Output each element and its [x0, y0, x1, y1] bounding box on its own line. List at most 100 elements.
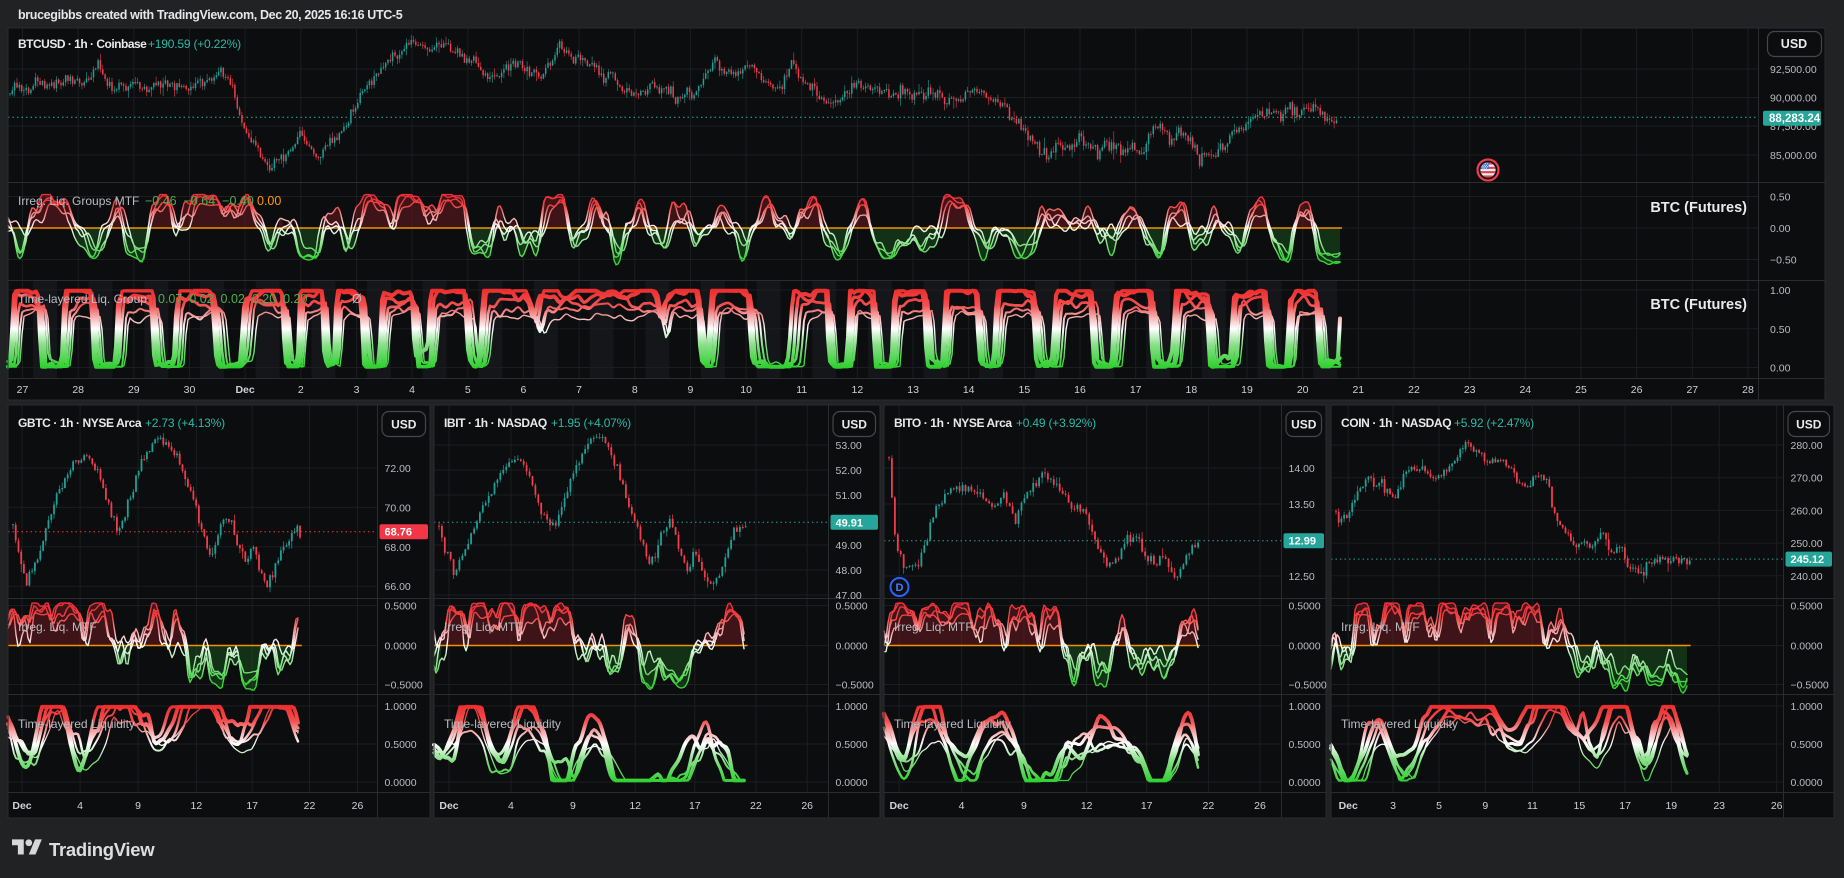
svg-text:28: 28 — [1742, 384, 1754, 396]
svg-text:48.00: 48.00 — [836, 565, 862, 577]
svg-text:17: 17 — [1619, 800, 1631, 812]
svg-text:12: 12 — [852, 384, 864, 396]
svg-text:Dec: Dec — [889, 800, 908, 812]
svg-text:0.5000: 0.5000 — [836, 739, 868, 751]
svg-text:Dec: Dec — [12, 800, 31, 812]
svg-text:5: 5 — [1436, 800, 1442, 812]
svg-text:−0.46 −0.64 −0.40: −0.46 −0.64 −0.40 — [145, 194, 254, 208]
svg-text:26: 26 — [801, 800, 813, 812]
svg-text:Dec: Dec — [1339, 800, 1358, 812]
svg-text:21: 21 — [1352, 384, 1364, 396]
svg-text:23: 23 — [1713, 800, 1725, 812]
svg-text:1.00: 1.00 — [1770, 285, 1791, 297]
svg-text:USD: USD — [1796, 418, 1822, 432]
svg-text:0.5000: 0.5000 — [1791, 739, 1823, 751]
svg-text:Time-layered Liq. Group: Time-layered Liq. Group — [18, 292, 147, 306]
svg-text:49.00: 49.00 — [836, 540, 862, 552]
svg-text:88,283.24: 88,283.24 — [1769, 113, 1821, 125]
svg-text:−0.50: −0.50 — [1770, 255, 1797, 267]
svg-text:0.0000: 0.0000 — [385, 641, 417, 653]
svg-text:0.5000: 0.5000 — [1289, 739, 1321, 751]
svg-text:0.5000: 0.5000 — [1791, 601, 1823, 613]
svg-text:15: 15 — [1019, 384, 1031, 396]
svg-text:USD: USD — [391, 418, 417, 432]
svg-text:0.07 0.02 0.02 0.20 0.20: 0.07 0.02 0.02 0.20 0.20 — [158, 292, 307, 306]
svg-text:+1.95 (+4.07%): +1.95 (+4.07%) — [551, 416, 631, 430]
svg-text:1.0000: 1.0000 — [836, 701, 868, 713]
svg-text:TradingView: TradingView — [49, 839, 155, 860]
svg-text:15: 15 — [1574, 800, 1586, 812]
svg-text:0.00: 0.00 — [257, 194, 281, 208]
svg-text:240.00: 240.00 — [1791, 571, 1823, 583]
svg-text:9: 9 — [570, 800, 576, 812]
svg-text:+2.73 (+4.13%): +2.73 (+4.13%) — [145, 416, 225, 430]
svg-text:270.00: 270.00 — [1791, 473, 1823, 485]
svg-text:26: 26 — [1771, 800, 1783, 812]
svg-text:18: 18 — [1186, 384, 1198, 396]
svg-text:70.00: 70.00 — [385, 502, 411, 514]
svg-text:BTC (Futures): BTC (Futures) — [1650, 200, 1747, 216]
svg-text:Time-layered Liquidity: Time-layered Liquidity — [894, 717, 1011, 731]
svg-text:12: 12 — [629, 800, 641, 812]
svg-text:brucegibbs created with Tradin: brucegibbs created with TradingView.com,… — [18, 8, 403, 22]
svg-text:Irreg. Liq. Groups MTF: Irreg. Liq. Groups MTF — [18, 194, 139, 208]
svg-text:24: 24 — [1519, 384, 1531, 396]
svg-text:8: 8 — [632, 384, 638, 396]
svg-text:10: 10 — [740, 384, 752, 396]
svg-text:0.0000: 0.0000 — [385, 777, 417, 789]
svg-text:6: 6 — [520, 384, 526, 396]
svg-text:1.0000: 1.0000 — [1791, 701, 1823, 713]
svg-text:26: 26 — [1631, 384, 1643, 396]
svg-text:Irreg. Liq. MTF: Irreg. Liq. MTF — [1341, 620, 1420, 634]
svg-text:0.00: 0.00 — [1770, 363, 1791, 375]
svg-text:26: 26 — [352, 800, 364, 812]
svg-text:0.5000: 0.5000 — [836, 601, 868, 613]
svg-text:1.0000: 1.0000 — [385, 701, 417, 713]
svg-text:14.00: 14.00 — [1289, 463, 1315, 475]
svg-text:0.00: 0.00 — [1770, 223, 1791, 235]
svg-text:12.50: 12.50 — [1289, 571, 1315, 583]
svg-text:68.00: 68.00 — [385, 542, 411, 554]
svg-text:27: 27 — [17, 384, 29, 396]
svg-text:0.0000: 0.0000 — [1791, 641, 1823, 653]
svg-text:9: 9 — [1482, 800, 1488, 812]
svg-text:17: 17 — [1141, 800, 1153, 812]
svg-text:26: 26 — [1254, 800, 1266, 812]
svg-text:Irreg. Liq. MTF: Irreg. Liq. MTF — [444, 620, 523, 634]
svg-text:USD: USD — [1291, 418, 1317, 432]
svg-text:0.5000: 0.5000 — [1289, 601, 1321, 613]
svg-text:9: 9 — [1021, 800, 1027, 812]
svg-text:IBIT · 1h · NASDAQ: IBIT · 1h · NASDAQ — [444, 416, 547, 430]
svg-text:BTCUSD · 1h · Coinbase: BTCUSD · 1h · Coinbase — [18, 37, 147, 51]
svg-text:16: 16 — [1074, 384, 1086, 396]
svg-text:Irreg. Liq. MTF: Irreg. Liq. MTF — [18, 620, 97, 634]
svg-text:28: 28 — [72, 384, 84, 396]
svg-text:12: 12 — [191, 800, 203, 812]
svg-text:9: 9 — [687, 384, 693, 396]
svg-text:Dec: Dec — [235, 384, 254, 396]
svg-text:29: 29 — [128, 384, 140, 396]
svg-text:GBTC · 1h · NYSE Arca: GBTC · 1h · NYSE Arca — [18, 416, 142, 430]
svg-text:72.00: 72.00 — [385, 463, 411, 475]
svg-text:Time-layered Liquidity: Time-layered Liquidity — [444, 717, 561, 731]
svg-text:+190.59 (+0.22%): +190.59 (+0.22%) — [148, 37, 241, 51]
svg-text:0.5000: 0.5000 — [385, 601, 417, 613]
svg-text:260.00: 260.00 — [1791, 505, 1823, 517]
svg-text:13.50: 13.50 — [1289, 499, 1315, 511]
svg-text:−0.5000: −0.5000 — [836, 680, 874, 692]
svg-text:0.50: 0.50 — [1770, 192, 1791, 204]
svg-text:85,000.00: 85,000.00 — [1770, 150, 1817, 162]
svg-text:19: 19 — [1665, 800, 1677, 812]
svg-text:+0.49 (+3.92%): +0.49 (+3.92%) — [1016, 416, 1096, 430]
svg-text:11: 11 — [796, 384, 807, 396]
svg-text:Irreg. Liq. MTF: Irreg. Liq. MTF — [894, 620, 973, 634]
svg-text:2: 2 — [298, 384, 304, 396]
svg-text:14: 14 — [963, 384, 975, 396]
svg-text:23: 23 — [1464, 384, 1476, 396]
svg-text:7: 7 — [576, 384, 582, 396]
svg-text:280.00: 280.00 — [1791, 440, 1823, 452]
svg-text:3: 3 — [1390, 800, 1396, 812]
svg-text:245.12: 245.12 — [1791, 554, 1825, 566]
svg-text:11: 11 — [1527, 800, 1538, 812]
svg-text:66.00: 66.00 — [385, 581, 411, 593]
